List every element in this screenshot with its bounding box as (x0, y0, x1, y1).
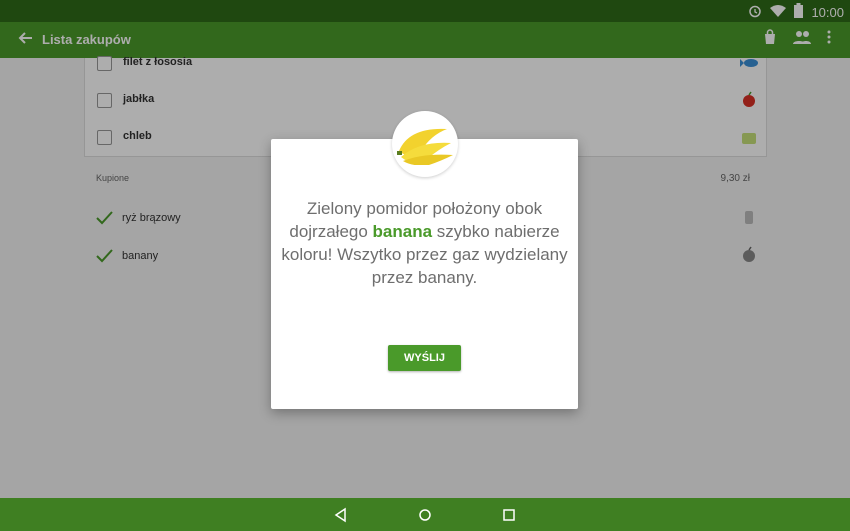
back-nav-icon[interactable] (332, 506, 350, 524)
send-button[interactable]: WYŚLIJ (388, 345, 461, 371)
tip-dialog: Zielony pomidor położony obok dojrzałego… (271, 139, 578, 409)
dialog-message: Zielony pomidor położony obok dojrzałego… (271, 197, 578, 289)
bananas-icon (395, 121, 455, 170)
recents-nav-icon[interactable] (500, 506, 518, 524)
navigation-bar (0, 498, 850, 531)
dialog-image (392, 111, 458, 177)
dialog-highlight: banana (372, 222, 433, 241)
home-nav-icon[interactable] (416, 506, 434, 524)
